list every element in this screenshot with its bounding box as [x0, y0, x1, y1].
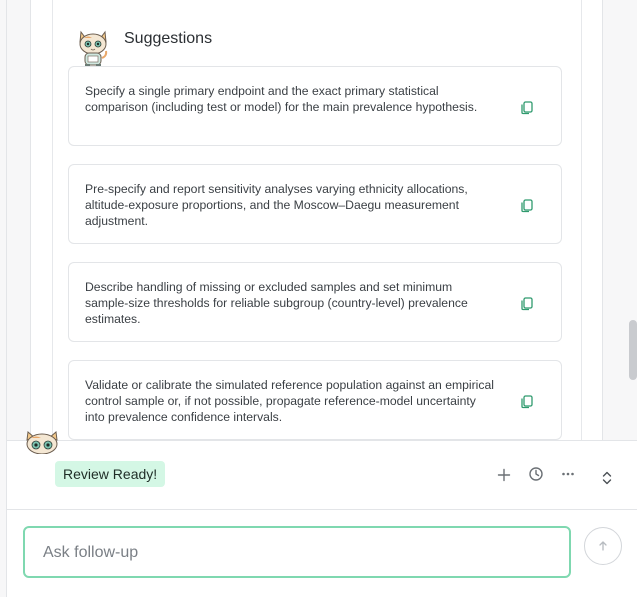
expand-collapse-icon[interactable]: [599, 470, 615, 486]
suggestion-card: Validate or calibrate the simulated refe…: [68, 360, 562, 440]
suggestion-text: Pre-specify and report sensitivity analy…: [85, 182, 468, 228]
suggestion-card: Describe handling of missing or excluded…: [68, 262, 562, 342]
app-window: Suggestions Specify a single primary end…: [0, 0, 637, 597]
more-icon[interactable]: [560, 466, 576, 482]
arrow-up-icon: [599, 541, 607, 551]
scrollbar-thumb[interactable]: [629, 320, 637, 380]
history-icon[interactable]: [528, 466, 544, 482]
send-button[interactable]: [584, 527, 622, 565]
status-badge: Review Ready!: [55, 461, 166, 487]
follow-up-input-container: [23, 526, 571, 578]
suggestion-text: Validate or calibrate the simulated refe…: [85, 378, 494, 424]
suggestion-text: Specify a single primary endpoint and th…: [85, 84, 478, 114]
cat-mascot-icon: [79, 30, 108, 67]
suggestions-title: Suggestions: [124, 30, 213, 47]
copy-icon[interactable]: [519, 197, 535, 213]
copy-icon[interactable]: [519, 99, 535, 115]
chat-divider: [6, 509, 637, 510]
follow-up-input[interactable]: [41, 528, 555, 578]
suggestion-card: Specify a single primary endpoint and th…: [68, 66, 562, 146]
suggestion-card: Pre-specify and report sensitivity analy…: [68, 164, 562, 244]
suggestion-text: Describe handling of missing or excluded…: [85, 280, 468, 326]
plus-icon[interactable]: [496, 467, 512, 483]
copy-icon[interactable]: [519, 295, 535, 311]
suggestions-header: Suggestions: [76, 28, 212, 68]
cat-mascot-icon: [26, 431, 58, 454]
copy-icon[interactable]: [519, 393, 535, 409]
